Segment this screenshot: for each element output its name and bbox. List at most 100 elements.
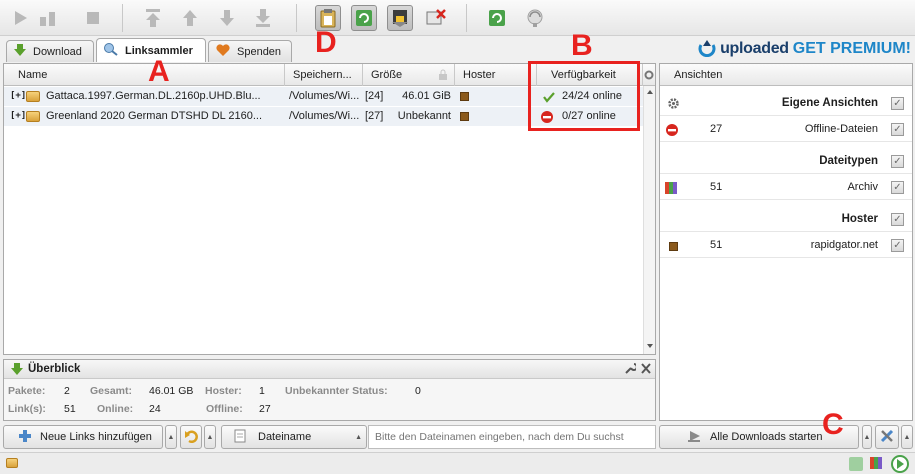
annotation-letter-c: C	[822, 408, 844, 441]
pause-icon[interactable]	[36, 5, 62, 31]
start-all-label: Alle Downloads starten	[710, 431, 823, 443]
annotation-letter-a: A	[148, 55, 170, 88]
value-gesamt: 46.01 GB	[149, 385, 194, 397]
package-size: 46.01 GiB	[402, 90, 451, 102]
undo-icon	[184, 429, 198, 446]
archive-status-icon[interactable]	[870, 457, 884, 472]
add-links-menu-button[interactable]: ▲	[165, 425, 177, 449]
rapidgator-icon	[460, 87, 469, 106]
status-bar	[0, 452, 915, 474]
value-offline: 27	[259, 403, 271, 415]
toolbar-divider	[122, 4, 123, 32]
table-scrollbar[interactable]	[643, 86, 655, 354]
start-menu-button[interactable]: ▲	[862, 425, 872, 449]
views-sidebar: Ansichten Eigene Ansichten ✓ 27 Offline-…	[659, 63, 913, 421]
item-count: 27	[710, 123, 723, 135]
annotation-box-availability	[528, 61, 640, 131]
settings-menu-button[interactable]: ▲	[901, 425, 913, 449]
document-icon	[234, 429, 246, 446]
clear-button[interactable]	[180, 425, 202, 449]
close-icon[interactable]	[640, 362, 652, 378]
overview-title: Überblick	[28, 363, 81, 375]
link-count: [27]	[365, 110, 384, 122]
update-icon[interactable]	[522, 5, 548, 31]
section-toggle-checkbox[interactable]: ✓	[891, 97, 904, 110]
move-bottom-icon[interactable]	[250, 5, 276, 31]
save-path: /Volumes/Wi...	[289, 90, 360, 102]
column-name[interactable]: Name	[4, 64, 285, 86]
reconnect-icon[interactable]	[484, 5, 510, 31]
tab-spenden[interactable]: Spenden	[208, 40, 292, 62]
settings-button[interactable]	[875, 425, 899, 449]
search-field-label: Dateiname	[258, 431, 312, 443]
sidebar-section-file-types: Dateitypen ✓	[660, 150, 912, 174]
sidebar-item-archive[interactable]: 51 Archiv ✓	[660, 176, 912, 200]
label-offline: Offline:	[206, 403, 243, 415]
column-hoster[interactable]: Hoster	[455, 64, 537, 86]
toolbar-divider	[466, 4, 467, 32]
main-toolbar	[0, 0, 915, 36]
item-checkbox[interactable]: ✓	[891, 181, 904, 194]
package-name: Gattaca.1997.German.DL.2160p.UHD.Blu...	[46, 90, 261, 102]
offline-icon	[665, 123, 679, 140]
play-icon[interactable]	[8, 5, 34, 31]
brand-cta: GET PREMIUM!	[792, 40, 911, 57]
annotation-letter-d: D	[315, 26, 337, 59]
search-field-selector[interactable]: Dateiname ▲	[221, 425, 367, 449]
search-input[interactable]	[368, 425, 656, 449]
uploaded-logo-icon	[698, 39, 716, 60]
value-links: 51	[64, 403, 76, 415]
sidebar-section-own-views: Eigene Ansichten ✓	[660, 92, 912, 116]
label-gesamt: Gesamt:	[90, 385, 133, 397]
section-title: Hoster	[841, 213, 878, 225]
move-top-icon[interactable]	[140, 5, 166, 31]
expand-toggle[interactable]: [+]	[10, 87, 26, 106]
label-hoster: Hoster:	[205, 385, 242, 397]
reconnect-status-icon[interactable]	[848, 456, 864, 474]
save-path: /Volumes/Wi...	[289, 110, 360, 122]
auto-reconnect-icon[interactable]	[351, 5, 377, 31]
move-up-icon[interactable]	[177, 5, 203, 31]
package-icon	[26, 87, 40, 106]
item-label: Offline-Dateien	[804, 123, 878, 135]
gear-icon	[667, 97, 680, 113]
add-links-button[interactable]: Neue Links hinzufügen	[3, 425, 163, 449]
column-save-to[interactable]: Speichern...	[285, 64, 363, 86]
stop-icon[interactable]	[80, 5, 106, 31]
package-size: Unbekannt	[397, 110, 451, 122]
sidebar-section-hoster: Hoster ✓	[660, 208, 912, 232]
premium-banner[interactable]: uploaded GET PREMIUM!	[698, 38, 911, 60]
sidebar-item-offline-files[interactable]: 27 Offline-Dateien ✓	[660, 118, 912, 142]
item-count: 51	[710, 239, 723, 251]
tab-label: Spenden	[237, 45, 282, 58]
download-arrow-icon	[10, 362, 24, 379]
package-icon	[26, 107, 40, 126]
item-checkbox[interactable]: ✓	[891, 239, 904, 252]
column-size[interactable]: Größe	[363, 64, 455, 86]
sidebar-item-rapidgator[interactable]: 51 rapidgator.net ✓	[660, 234, 912, 258]
column-settings-icon[interactable]	[643, 64, 655, 86]
premium-icon[interactable]	[387, 5, 413, 31]
expand-toggle[interactable]: [+]	[10, 107, 26, 126]
value-pakete: 2	[64, 385, 70, 397]
silent-mode-icon[interactable]	[423, 5, 449, 31]
label-unknown-status: Unbekannter Status:	[285, 385, 388, 397]
clear-menu-button[interactable]: ▲	[204, 425, 216, 449]
section-toggle-checkbox[interactable]: ✓	[891, 155, 904, 168]
tab-download[interactable]: Download	[6, 40, 94, 62]
add-icon	[18, 429, 32, 446]
item-checkbox[interactable]: ✓	[891, 123, 904, 136]
label-online: Online:	[97, 403, 134, 415]
link-count: [24]	[365, 90, 384, 102]
wrench-icon[interactable]	[624, 362, 638, 378]
value-online: 24	[149, 403, 161, 415]
next-arrow-icon[interactable]	[890, 454, 910, 474]
toolbar-divider	[296, 4, 297, 32]
add-links-label: Neue Links hinzufügen	[40, 431, 152, 443]
brand-name: uploaded	[720, 40, 789, 57]
move-down-icon[interactable]	[214, 5, 240, 31]
section-toggle-checkbox[interactable]: ✓	[891, 213, 904, 226]
overview-panel: Überblick Pakete: 2 Gesamt: 46.01 GB Hos…	[3, 359, 656, 421]
item-label: rapidgator.net	[810, 239, 878, 251]
download-arrow-icon	[13, 43, 27, 60]
